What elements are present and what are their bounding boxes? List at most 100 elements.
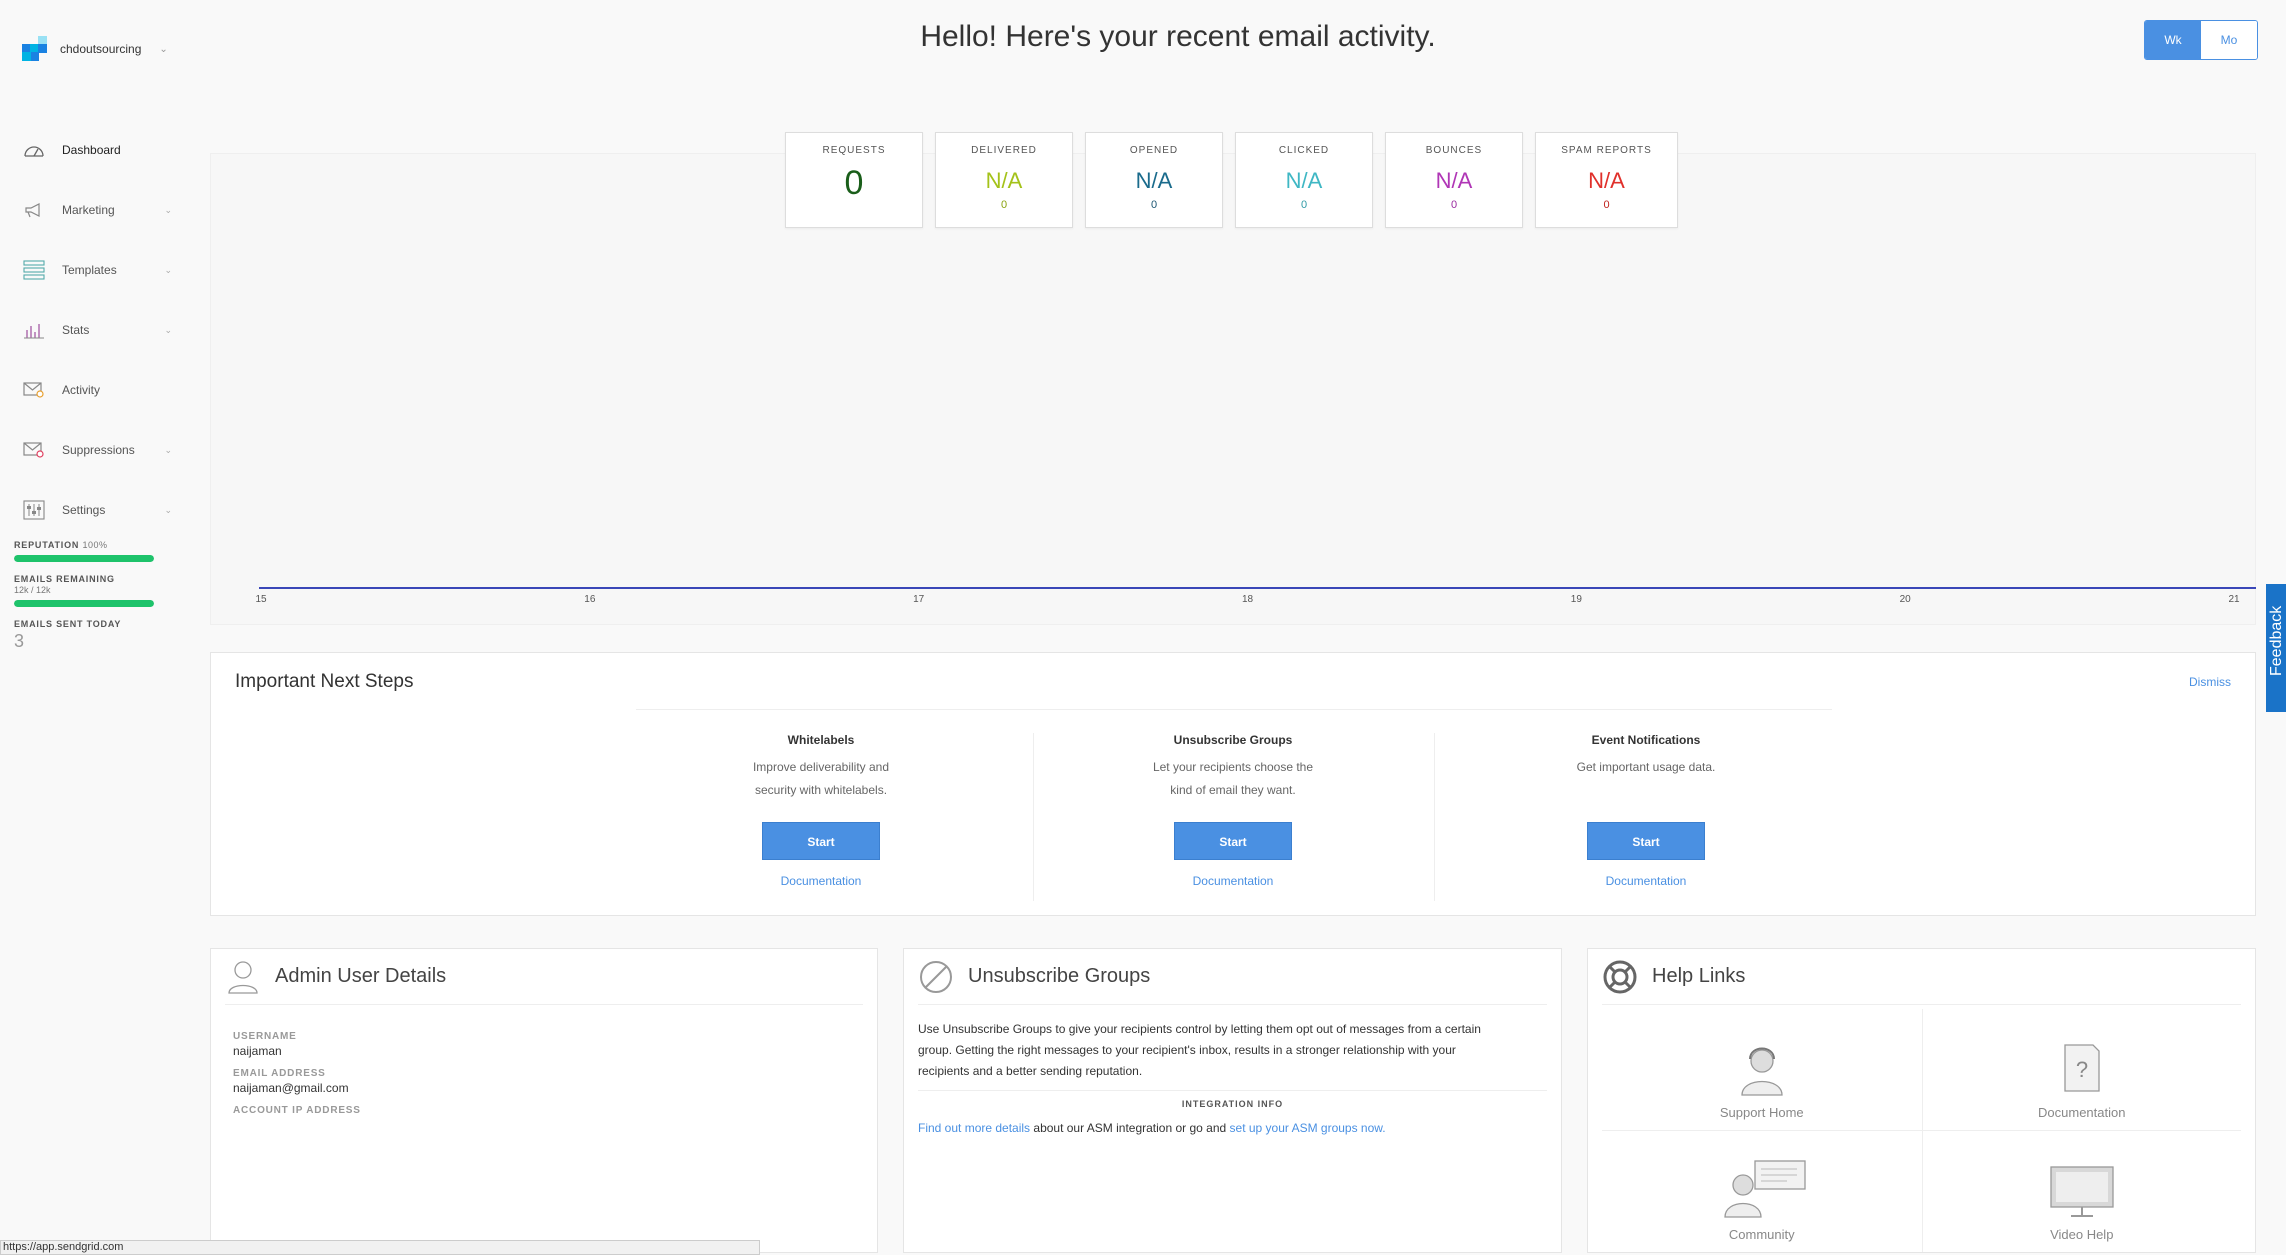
chevron-down-icon: ⌄: [164, 324, 172, 335]
next-steps-panel: Important Next Steps Dismiss Whitelabels…: [210, 652, 2256, 916]
sidebar-item-label: Templates: [62, 263, 117, 277]
unsubscribe-description: Use Unsubscribe Groups to give your reci…: [918, 1022, 1481, 1078]
stat-clicked[interactable]: CLICKED N/A 0: [1235, 132, 1373, 228]
start-button[interactable]: Start: [1174, 822, 1292, 860]
x-tick-label: 18: [1242, 594, 1254, 605]
sidebar-item-label: Settings: [62, 503, 106, 517]
sidebar-item-label: Dashboard: [62, 143, 121, 157]
help-link-label: Community: [1728, 1227, 1795, 1242]
x-tick-label: 16: [584, 594, 596, 605]
stat-value: N/A: [1135, 168, 1173, 193]
documentation-link[interactable]: Documentation: [676, 874, 966, 888]
sidebar-item-templates[interactable]: Templates ⌄: [22, 240, 172, 300]
x-tick-label: 19: [1571, 594, 1583, 605]
help-video[interactable]: Video Help: [1921, 1130, 2242, 1252]
x-tick-label: 17: [913, 594, 925, 605]
setup-asm-groups-link[interactable]: set up your ASM groups now.: [1230, 1121, 1386, 1135]
stats-cards: REQUESTS 0 DELIVERED N/A 0 OPENED N/A 0 …: [785, 132, 1678, 228]
stat-count: 0: [1000, 199, 1008, 211]
stat-label: BOUNCES: [1425, 145, 1483, 156]
step-event-notifications: Event Notifications Get important usage …: [1501, 733, 1791, 888]
help-documentation[interactable]: ? Documentation: [1921, 1009, 2241, 1131]
step-description: Get important usage data.: [1576, 760, 1716, 774]
community-icon: [1724, 1160, 1806, 1218]
documentation-link[interactable]: Documentation: [1501, 874, 1791, 888]
divider: [1434, 733, 1435, 901]
help-links-card: Help Links Support Home ? Documentation …: [1587, 948, 2256, 1253]
speedometer-icon: [22, 139, 46, 161]
emails-remaining-label: EMAILS REMAINING: [14, 574, 115, 584]
envelope-search-icon: [22, 379, 46, 401]
step-title: Unsubscribe Groups: [1173, 733, 1293, 747]
stat-label: SPAM REPORTS: [1561, 145, 1652, 156]
username-value: naijaman: [233, 1044, 282, 1058]
sidebar-item-suppressions[interactable]: Suppressions ⌄: [22, 420, 172, 480]
reputation-label: REPUTATION 100%: [14, 540, 108, 550]
stat-count: 0: [1300, 199, 1308, 211]
next-steps-title: Important Next Steps: [235, 671, 414, 692]
stat-bounces[interactable]: BOUNCES N/A 0: [1385, 132, 1523, 228]
sidebar-item-marketing[interactable]: Marketing ⌄: [22, 180, 172, 240]
x-tick-label: 21: [2228, 594, 2240, 605]
feedback-label: Feedback: [2268, 605, 2285, 676]
chevron-down-icon: ⌄: [164, 504, 172, 515]
sidebar-item-settings[interactable]: Settings ⌄: [22, 480, 172, 540]
admin-user-card: Admin User Details USERNAME naijaman EMA…: [210, 948, 878, 1253]
step-description: Improve deliverability and security with …: [752, 760, 890, 797]
sidebar-item-dashboard[interactable]: Dashboard: [22, 120, 172, 180]
start-button[interactable]: Start: [762, 822, 880, 860]
stat-count: 0: [1450, 199, 1458, 211]
stat-delivered[interactable]: DELIVERED N/A 0: [935, 132, 1073, 228]
documentation-link[interactable]: Documentation: [1088, 874, 1378, 888]
stat-spam-reports[interactable]: SPAM REPORTS N/A 0: [1535, 132, 1678, 228]
find-out-more-link[interactable]: Find out more details: [918, 1121, 1030, 1135]
account-meters: REPUTATION 100% EMAILS REMAINING 12k / 1…: [14, 540, 154, 652]
card-title: Help Links: [1652, 965, 1746, 987]
step-unsubscribe-groups: Unsubscribe Groups Let your recipients c…: [1088, 733, 1378, 888]
unsubscribe-groups-card: Unsubscribe Groups Use Unsubscribe Group…: [903, 948, 1562, 1253]
toggle-week[interactable]: Wk: [2145, 21, 2201, 59]
card-header: Admin User Details: [225, 949, 863, 1005]
integration-text: about our ASM integration or go and: [1030, 1121, 1230, 1135]
emails-sent-today-value: 3: [14, 631, 25, 651]
sidebar-item-label: Activity: [62, 383, 101, 397]
support-agent-icon: [1741, 1047, 1783, 1096]
megaphone-icon: [22, 199, 46, 221]
toggle-month[interactable]: Mo: [2201, 21, 2257, 59]
help-support-home[interactable]: Support Home: [1602, 1009, 1922, 1131]
stat-label: REQUESTS: [822, 145, 886, 156]
integration-links: Find out more details about our ASM inte…: [904, 1109, 1561, 1147]
sidebar-item-stats[interactable]: Stats ⌄: [22, 300, 172, 360]
stat-requests[interactable]: REQUESTS 0: [785, 132, 923, 228]
dismiss-link[interactable]: Dismiss: [2189, 675, 2231, 689]
stat-count: 0: [1150, 199, 1158, 211]
page-title: Hello! Here's your recent email activity…: [920, 20, 1436, 53]
start-button[interactable]: Start: [1587, 822, 1705, 860]
step-whitelabels: Whitelabels Improve deliverability and se…: [676, 733, 966, 888]
no-entry-icon: [918, 959, 954, 995]
divider: [1033, 733, 1034, 901]
stat-value: N/A: [1285, 168, 1323, 193]
step-title: Event Notifications: [1591, 733, 1701, 747]
chevron-down-icon: ⌄: [164, 204, 172, 215]
card-title: Admin User Details: [275, 965, 447, 987]
username-label: USERNAME: [233, 1031, 297, 1042]
email-value: naijaman@gmail.com: [233, 1081, 349, 1095]
help-link-label: Documentation: [2038, 1104, 2126, 1120]
bar-chart-icon: [22, 319, 46, 341]
template-icon: [22, 259, 46, 281]
emails-remaining-bar: [14, 600, 154, 607]
integration-info-label: INTEGRATION INFO: [918, 1090, 1547, 1109]
stat-value: N/A: [1588, 168, 1625, 193]
sidebar-item-label: Suppressions: [62, 443, 135, 457]
help-community[interactable]: Community: [1602, 1131, 1922, 1253]
x-tick-label: 20: [1900, 594, 1912, 605]
emails-remaining-value: 12k / 12k: [14, 585, 51, 595]
ip-address-label: ACCOUNT IP ADDRESS: [233, 1105, 361, 1116]
stat-opened[interactable]: OPENED N/A 0: [1085, 132, 1223, 228]
sidebar-item-activity[interactable]: Activity: [22, 360, 172, 420]
period-toggle: Wk Mo: [2144, 20, 2258, 60]
step-description: Let your recipients choose the kind of em…: [1152, 760, 1314, 797]
feedback-tab[interactable]: Feedback: [2266, 584, 2286, 712]
stat-value: N/A: [985, 168, 1023, 193]
